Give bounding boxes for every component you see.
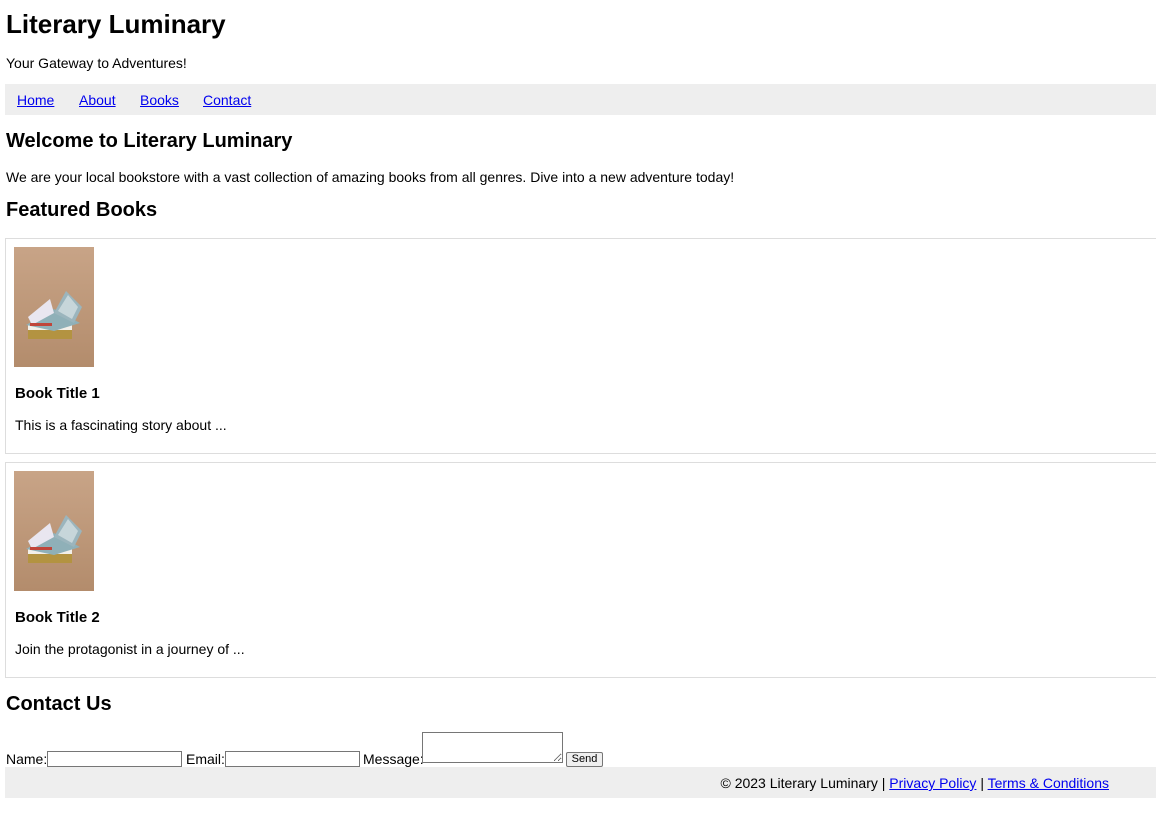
book-description: Join the protagonist in a journey of ...: [15, 641, 245, 657]
nav-link-home[interactable]: Home: [17, 92, 54, 108]
name-label: Name:: [6, 751, 48, 767]
book-description: This is a fascinating story about ...: [15, 417, 227, 433]
book-title: Book Title 1: [15, 385, 100, 402]
message-label: Message:: [363, 751, 424, 767]
open-book-image: [14, 471, 94, 591]
send-button[interactable]: Send: [566, 752, 603, 767]
open-book-image: [14, 247, 94, 367]
site-title: Literary Luminary: [6, 9, 226, 39]
email-label: Email:: [186, 751, 225, 767]
book-card: Book Title 1 This is a fascinating story…: [5, 238, 1156, 454]
terms-link[interactable]: Terms & Conditions: [988, 775, 1109, 791]
featured-books-heading: Featured Books: [6, 199, 158, 221]
message-field[interactable]: [422, 732, 563, 763]
nav-link-about[interactable]: About: [79, 92, 116, 108]
footer-text: © 2023 Literary Luminary | Privacy Polic…: [720, 775, 1109, 791]
nav-link-contact[interactable]: Contact: [203, 92, 251, 108]
footer-copyright: © 2023 Literary Luminary |: [720, 775, 886, 791]
site-footer: © 2023 Literary Luminary | Privacy Polic…: [5, 767, 1156, 798]
site-tagline: Your Gateway to Adventures!: [6, 55, 187, 71]
book-title: Book Title 2: [15, 609, 100, 626]
privacy-policy-link[interactable]: Privacy Policy: [889, 775, 976, 791]
email-field[interactable]: [225, 751, 360, 767]
main-nav: Home About Books Contact: [5, 84, 1156, 115]
name-field[interactable]: [47, 751, 182, 767]
welcome-text: We are your local bookstore with a vast …: [6, 169, 735, 185]
nav-link-books[interactable]: Books: [140, 92, 179, 108]
welcome-heading: Welcome to Literary Luminary: [6, 130, 293, 152]
contact-heading: Contact Us: [6, 693, 112, 715]
book-card: Book Title 2 Join the protagonist in a j…: [5, 462, 1156, 678]
footer-separator: |: [980, 775, 984, 791]
